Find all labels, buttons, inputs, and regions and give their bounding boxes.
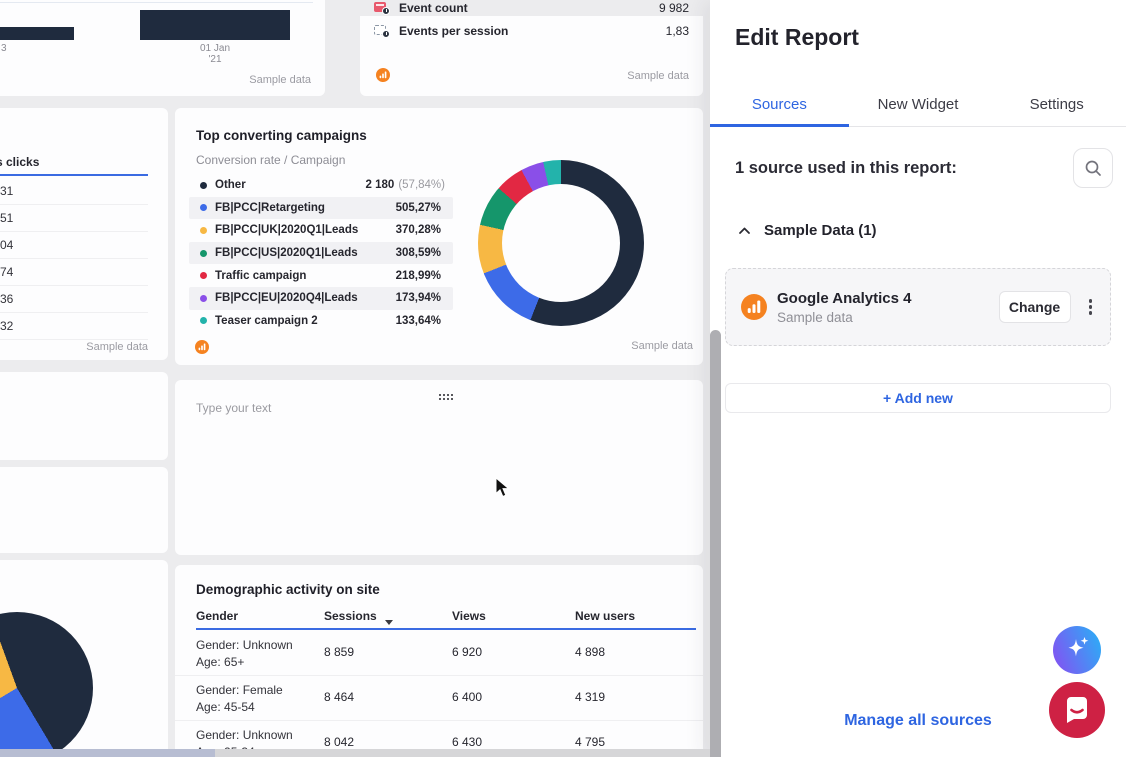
change-source-button[interactable]: Change [999, 291, 1071, 323]
widget-event-metrics[interactable]: Event count 9 982 Events per session 1,8… [360, 0, 703, 96]
table-header-underline [196, 628, 696, 630]
legend-row[interactable]: Traffic campaign218,99% [189, 264, 453, 287]
horizontal-scrollbar[interactable] [0, 749, 710, 757]
drag-handle-icon[interactable] [438, 393, 453, 400]
x-tick-label: 01 Jan '21 [175, 43, 255, 65]
text-placeholder[interactable]: Type your text [196, 401, 271, 415]
pie-chart [0, 612, 93, 757]
metric-row: Event count 9 982 [360, 0, 703, 16]
event-count-icon [374, 1, 390, 15]
widget-bar-chart[interactable]: 3 01 Jan '21 Sample data [0, 0, 325, 96]
source-name: Google Analytics 4 [777, 290, 911, 307]
legend-row[interactable]: FB|PCC|US|2020Q1|Leads308,59% [189, 242, 453, 265]
legend-dot [200, 250, 207, 257]
gridline [0, 2, 313, 3]
legend-row[interactable]: FB|PCC|Retargeting505,27% [189, 197, 453, 220]
table-row: Gender: FemaleAge: 45-54 8 464 6 400 4 3… [175, 676, 703, 721]
table-row: 04 [0, 232, 148, 259]
table-row: 36 [0, 286, 148, 313]
widget-subtitle: Conversion rate / Campaign [196, 153, 345, 167]
google-analytics-icon [195, 340, 209, 354]
column-header-views[interactable]: Views [452, 609, 486, 623]
widget-text-block[interactable]: Type your text [175, 380, 703, 555]
source-card[interactable]: Google Analytics 4 Sample data Change [725, 268, 1111, 346]
widget-demographics-table[interactable]: Demographic activity on site Gender Sess… [175, 565, 703, 757]
app-root: 3 01 Jan '21 Sample data Event count 9 9… [0, 0, 1126, 757]
column-header-new-users[interactable]: New users [575, 609, 635, 623]
panel-tabs: Sources New Widget Settings [710, 82, 1126, 127]
legend-dot [200, 295, 207, 302]
google-analytics-icon [376, 68, 390, 82]
source-subtitle: Sample data [777, 310, 911, 325]
x-tick-label: 3 [1, 43, 7, 54]
table-header-underline [0, 174, 148, 176]
source-group-label: Sample Data (1) [764, 222, 877, 239]
legend-row[interactable]: FB|PCC|UK|2020Q1|Leads370,28% [189, 219, 453, 242]
widget-empty[interactable] [0, 467, 168, 553]
table-row: 51 [0, 205, 148, 232]
search-button[interactable] [1073, 148, 1113, 188]
source-group-toggle[interactable]: Sample Data (1) [738, 222, 877, 239]
widget-top-converting-campaigns[interactable]: Top converting campaigns Conversion rate… [175, 108, 703, 365]
ai-assistant-button[interactable] [1053, 626, 1101, 674]
legend-row[interactable]: FB|PCC|EU|2020Q4|Leads173,94% [189, 287, 453, 310]
metric-row: Events per session 1,83 [360, 22, 703, 39]
legend-row[interactable]: Other2 180(57,84%) [189, 174, 453, 197]
vertical-scrollbar-thumb[interactable] [710, 330, 721, 757]
donut-chart [478, 160, 644, 326]
widget-pie-chart[interactable] [0, 560, 168, 757]
bar-segment [0, 27, 74, 40]
column-header-gender[interactable]: Gender [196, 609, 238, 623]
events-per-session-icon [374, 24, 390, 38]
legend-dot [200, 272, 207, 279]
add-new-source-button[interactable]: + Add new [725, 383, 1111, 413]
mouse-cursor [495, 477, 511, 504]
sample-data-note: Sample data [631, 340, 693, 352]
google-analytics-icon [741, 294, 767, 320]
table-row: 32 [0, 313, 148, 340]
legend-row[interactable]: Teaser campaign 2133,64% [189, 310, 453, 333]
donut-legend: Other2 180(57,84%) FB|PCC|Retargeting505… [189, 174, 453, 332]
table-row: 31 [0, 178, 148, 205]
legend-dot [200, 182, 207, 189]
legend-dot [200, 317, 207, 324]
chat-support-button[interactable] [1049, 682, 1105, 738]
tab-new-widget[interactable]: New Widget [849, 82, 988, 126]
bar-segment [140, 10, 290, 40]
page-title: Edit Report [735, 24, 859, 51]
column-header: s clicks [0, 155, 39, 169]
table-row: Gender: UnknownAge: 65+ 8 859 6 920 4 89… [175, 631, 703, 676]
chevron-up-icon [738, 226, 751, 235]
tab-settings[interactable]: Settings [987, 82, 1126, 126]
legend-dot [200, 204, 207, 211]
kebab-menu-icon[interactable] [1085, 295, 1097, 319]
widget-empty[interactable] [0, 372, 168, 460]
widget-clicks-table[interactable]: s clicks 31 51 04 74 36 32 Sample data [0, 108, 168, 360]
sample-data-note: Sample data [249, 74, 311, 86]
legend-dot [200, 227, 207, 234]
column-header-sessions[interactable]: Sessions [324, 609, 393, 623]
widget-title: Demographic activity on site [196, 582, 380, 597]
tab-sources[interactable]: Sources [710, 82, 849, 126]
sample-data-note: Sample data [627, 70, 689, 82]
horizontal-scrollbar-thumb[interactable] [0, 749, 215, 757]
sample-data-note: Sample data [86, 341, 148, 353]
sources-count-heading: 1 source used in this report: [735, 148, 957, 188]
search-icon [1083, 158, 1103, 178]
table-row: 74 [0, 259, 148, 286]
widget-title: Top converting campaigns [196, 128, 367, 143]
